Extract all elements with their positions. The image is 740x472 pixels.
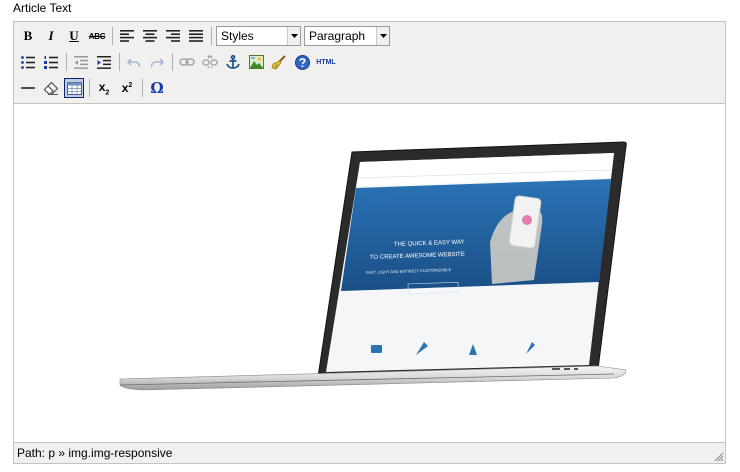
screen-logo: AGNES xyxy=(366,198,391,206)
underline-button[interactable]: U xyxy=(64,26,84,46)
table-icon xyxy=(66,81,82,95)
eraser-icon xyxy=(43,81,59,95)
omega-icon: Ω xyxy=(150,79,164,97)
unlink-button[interactable] xyxy=(200,52,220,72)
indent-icon xyxy=(97,55,111,69)
outdent-button[interactable] xyxy=(71,52,91,72)
toolbar-separator xyxy=(89,79,90,97)
html-source-icon: HTML xyxy=(316,58,336,66)
underline-icon: U xyxy=(69,28,79,43)
toolbar-separator xyxy=(211,27,212,45)
align-center-button[interactable] xyxy=(140,26,160,46)
redo-icon xyxy=(150,58,164,68)
horizontal-rule-icon xyxy=(21,87,35,89)
link-icon xyxy=(179,58,195,66)
align-right-button[interactable] xyxy=(163,26,183,46)
cleanup-button[interactable] xyxy=(269,52,289,72)
insert-link-button[interactable] xyxy=(177,52,197,72)
align-justify-icon xyxy=(189,30,203,42)
editor-statusbar: Path: p » img.img-responsive xyxy=(14,442,725,463)
format-select[interactable]: Paragraph xyxy=(304,26,390,46)
toolbar-separator xyxy=(172,53,173,71)
superscript-icon: x2 xyxy=(121,81,133,95)
numbered-list-button[interactable] xyxy=(41,52,61,72)
unlink-icon xyxy=(202,55,218,69)
align-left-icon xyxy=(120,30,134,42)
redo-button[interactable] xyxy=(147,52,167,72)
bold-button[interactable]: B xyxy=(18,26,38,46)
anchor-icon xyxy=(226,55,240,69)
indent-button[interactable] xyxy=(94,52,114,72)
undo-icon xyxy=(127,58,141,68)
italic-icon: I xyxy=(48,28,54,43)
format-select-value: Paragraph xyxy=(309,29,366,43)
remove-format-button[interactable] xyxy=(41,78,61,98)
rich-text-editor: B I U ABC Styles Paragraph HTML x2 x2 Ω … xyxy=(13,21,726,464)
align-right-icon xyxy=(166,30,180,42)
align-center-icon xyxy=(143,30,157,42)
bullet-list-button[interactable] xyxy=(18,52,38,72)
resize-handle-icon[interactable] xyxy=(712,450,724,462)
italic-button[interactable]: I xyxy=(41,26,61,46)
laptop-image[interactable]: AGNES THE QUICK & EASY WAY TO CREATE AWE… xyxy=(14,104,725,443)
chevron-down-icon[interactable] xyxy=(287,27,300,45)
toolbar-separator xyxy=(112,27,113,45)
bold-icon: B xyxy=(23,28,33,43)
toolbar-row-2: HTML xyxy=(18,51,340,73)
toolbar-row-1: B I U ABC Styles Paragraph xyxy=(18,25,393,47)
anchor-button[interactable] xyxy=(223,52,243,72)
styles-select[interactable]: Styles xyxy=(216,26,301,46)
superscript-button[interactable]: x2 xyxy=(117,78,137,98)
insert-image-button[interactable] xyxy=(246,52,266,72)
broom-icon xyxy=(271,54,286,69)
help-icon xyxy=(294,54,310,70)
align-justify-button[interactable] xyxy=(186,26,206,46)
toolbar-separator xyxy=(119,53,120,71)
help-button[interactable] xyxy=(292,52,312,72)
subscript-icon: x2 xyxy=(98,79,110,97)
toolbar-separator xyxy=(66,53,67,71)
editor-content-area[interactable]: AGNES THE QUICK & EASY WAY TO CREATE AWE… xyxy=(14,104,725,443)
chevron-down-icon[interactable] xyxy=(376,27,389,45)
strikethrough-button[interactable]: ABC xyxy=(87,26,107,46)
field-label: Article Text xyxy=(13,1,72,15)
styles-select-value: Styles xyxy=(221,29,254,43)
html-source-button[interactable]: HTML xyxy=(315,52,337,72)
image-icon xyxy=(248,55,264,69)
toolbar-separator xyxy=(142,79,143,97)
toolbar-row-3: x2 x2 Ω xyxy=(18,77,170,99)
numbered-list-icon xyxy=(44,55,58,69)
outdent-icon xyxy=(74,55,88,69)
table-button[interactable] xyxy=(64,78,84,98)
editor-toolbar: B I U ABC Styles Paragraph HTML x2 x2 Ω xyxy=(14,22,725,104)
element-path[interactable]: Path: p » img.img-responsive xyxy=(17,446,172,460)
bullet-list-icon xyxy=(21,55,35,69)
special-character-button[interactable]: Ω xyxy=(147,78,167,98)
undo-button[interactable] xyxy=(124,52,144,72)
horizontal-rule-button[interactable] xyxy=(18,78,38,98)
subscript-button[interactable]: x2 xyxy=(94,78,114,98)
strikethrough-icon: ABC xyxy=(88,31,106,41)
align-left-button[interactable] xyxy=(117,26,137,46)
